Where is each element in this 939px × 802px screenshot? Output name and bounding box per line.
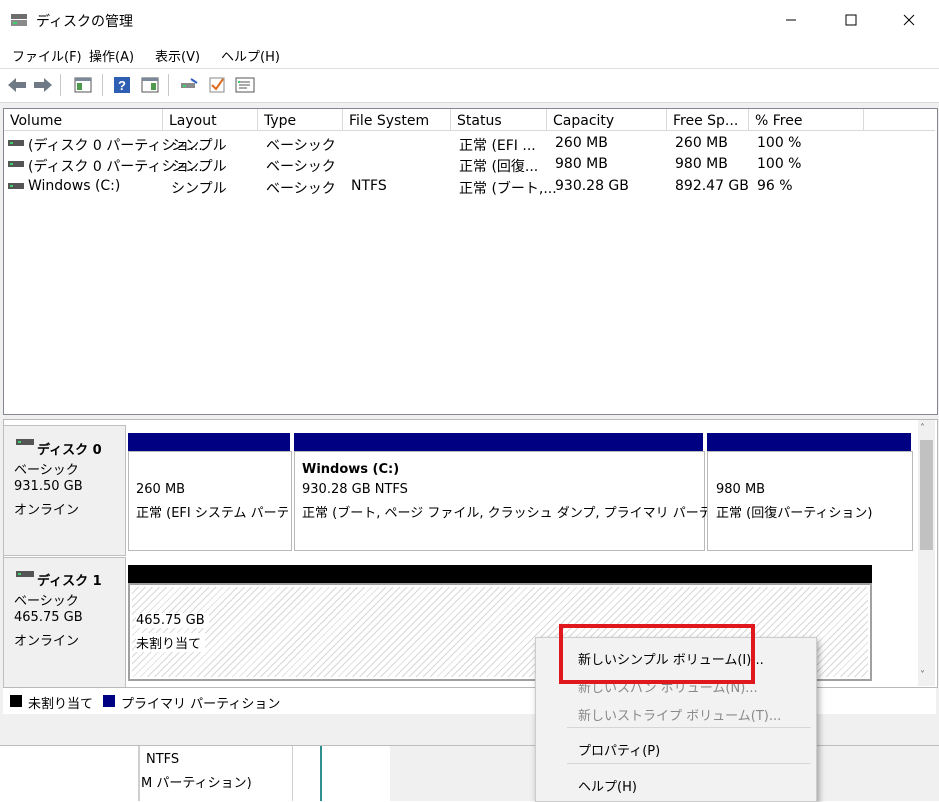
menu-separator <box>567 727 811 728</box>
help-icon[interactable]: ? <box>111 74 133 96</box>
partition-status: 未割り当て <box>136 633 206 652</box>
column-header-volume[interactable]: Volume <box>4 109 163 131</box>
background-text: NTFS <box>146 752 180 767</box>
table-cell-percent-free: 96 % <box>757 178 793 194</box>
table-cell-free-space: 980 MB <box>675 156 728 172</box>
column-header-file-system[interactable]: File System <box>343 109 451 131</box>
volume-drive-icon <box>8 140 24 146</box>
highlight-box <box>559 624 755 684</box>
minimize-icon[interactable] <box>768 0 814 40</box>
properties-icon[interactable] <box>234 74 256 96</box>
table-cell-free-space: 892.47 GB <box>675 178 749 194</box>
legend-primary-swatch <box>103 695 115 707</box>
background-divider <box>292 745 293 801</box>
legend-unallocated-swatch <box>10 695 22 707</box>
legend-unallocated-label: 未割り当て <box>28 697 94 712</box>
table-cell-layout: シンプル <box>171 159 227 175</box>
table-cell-layout: シンプル <box>171 138 227 154</box>
menu-bar <box>0 40 939 68</box>
window-title: ディスクの管理 <box>36 14 134 30</box>
menu-separator <box>567 763 811 764</box>
toolbar-separator <box>60 74 61 96</box>
partition-header-bar <box>707 433 911 451</box>
partition-status: 正常 (ブート, ページ ファイル, クラッシュ ダンプ, プライマリ パーティ… <box>302 506 769 521</box>
connect-icon[interactable] <box>178 74 200 96</box>
table-cell-capacity: 260 MB <box>555 135 608 151</box>
console-tree-icon[interactable] <box>72 74 94 96</box>
table-cell-capacity: 980 MB <box>555 156 608 172</box>
table-cell-type: ベーシック <box>266 138 336 154</box>
partition-size: 930.28 GB NTFS <box>302 482 408 497</box>
maximize-icon[interactable] <box>828 0 874 40</box>
column-header-type[interactable]: Type <box>258 109 343 131</box>
menu-view[interactable]: 表示(V) <box>155 46 200 65</box>
table-cell-file-system: NTFS <box>351 178 387 194</box>
scrollbar-thumb[interactable] <box>920 440 933 550</box>
disk-1-state: オンライン <box>14 634 80 649</box>
back-icon[interactable] <box>6 74 28 96</box>
column-header-capacity[interactable]: Capacity <box>547 109 667 131</box>
column-header-percent-free[interactable]: % Free <box>749 109 864 131</box>
partition-header-bar <box>294 433 703 451</box>
action-pane-icon[interactable] <box>139 74 161 96</box>
table-cell-free-space: 260 MB <box>675 135 728 151</box>
disk-icon <box>16 571 34 577</box>
forward-icon[interactable] <box>32 74 54 96</box>
menu-item-new-striped-volume: 新しいストライプ ボリューム(T)... <box>578 709 782 724</box>
background-text: M パーティション) <box>141 776 252 791</box>
partition-recovery[interactable] <box>707 451 913 551</box>
close-icon[interactable] <box>886 0 932 40</box>
disk-1-type: ベーシック <box>14 594 79 609</box>
disk-0-state: オンライン <box>14 503 80 518</box>
partition-size: 260 MB <box>136 482 186 497</box>
volume-drive-icon <box>8 161 24 167</box>
toolbar-separator <box>102 74 103 96</box>
table-cell-status: 正常 (ブート,... <box>459 181 557 197</box>
table-cell-volume[interactable]: Windows (C:) <box>28 178 120 194</box>
disk-1-size: 465.75 GB <box>14 610 83 625</box>
table-cell-layout: シンプル <box>171 181 227 197</box>
legend-primary-label: プライマリ パーティション <box>121 697 281 712</box>
table-cell-percent-free: 100 % <box>757 156 802 172</box>
partition-title: Windows (C:) <box>302 462 400 477</box>
menu-item-help[interactable]: ヘルプ(H) <box>578 776 637 795</box>
table-cell-percent-free: 100 % <box>757 135 802 151</box>
disk-icon <box>16 439 34 445</box>
table-cell-status: 正常 (回復... <box>459 159 539 175</box>
background-divider <box>138 745 140 801</box>
toolbar-separator <box>168 74 169 96</box>
svg-text:?: ? <box>118 78 126 93</box>
partition-header-bar <box>128 433 290 451</box>
partition-status: 正常 (EFI システム パーティ <box>136 506 288 521</box>
disk-management-icon <box>11 14 27 26</box>
partition-size: 465.75 GB <box>136 613 209 628</box>
disk-0-size: 931.50 GB <box>14 479 83 494</box>
partition-header-bar <box>128 565 872 583</box>
partition-size: 980 MB <box>716 482 766 497</box>
disk-0-type: ベーシック <box>14 463 79 478</box>
check-icon[interactable] <box>206 74 228 96</box>
background-accent-line <box>320 745 322 801</box>
column-header-layout[interactable]: Layout <box>163 109 258 131</box>
table-cell-type: ベーシック <box>266 159 336 175</box>
partition-efi[interactable] <box>128 451 292 551</box>
table-cell-type: ベーシック <box>266 181 336 197</box>
disk-0-name: ディスク 0 <box>37 443 102 458</box>
scroll-up-icon[interactable]: ˄ <box>920 423 925 434</box>
table-cell-capacity: 930.28 GB <box>555 178 629 194</box>
menu-file[interactable]: ファイル(F) <box>12 46 82 65</box>
scroll-down-icon[interactable]: ˅ <box>920 670 925 681</box>
column-header-filler <box>864 109 935 131</box>
column-header-status[interactable]: Status <box>451 109 547 131</box>
menu-item-properties[interactable]: プロパティ(P) <box>578 740 660 759</box>
table-cell-status: 正常 (EFI ... <box>459 138 536 154</box>
menu-action[interactable]: 操作(A) <box>89 46 134 65</box>
partition-status: 正常 (回復パーティション) <box>716 506 873 521</box>
disk-1-name: ディスク 1 <box>37 574 102 589</box>
menu-help[interactable]: ヘルプ(H) <box>221 46 280 65</box>
column-header-free-space[interactable]: Free Sp... <box>667 109 749 131</box>
volume-drive-icon <box>8 183 24 189</box>
